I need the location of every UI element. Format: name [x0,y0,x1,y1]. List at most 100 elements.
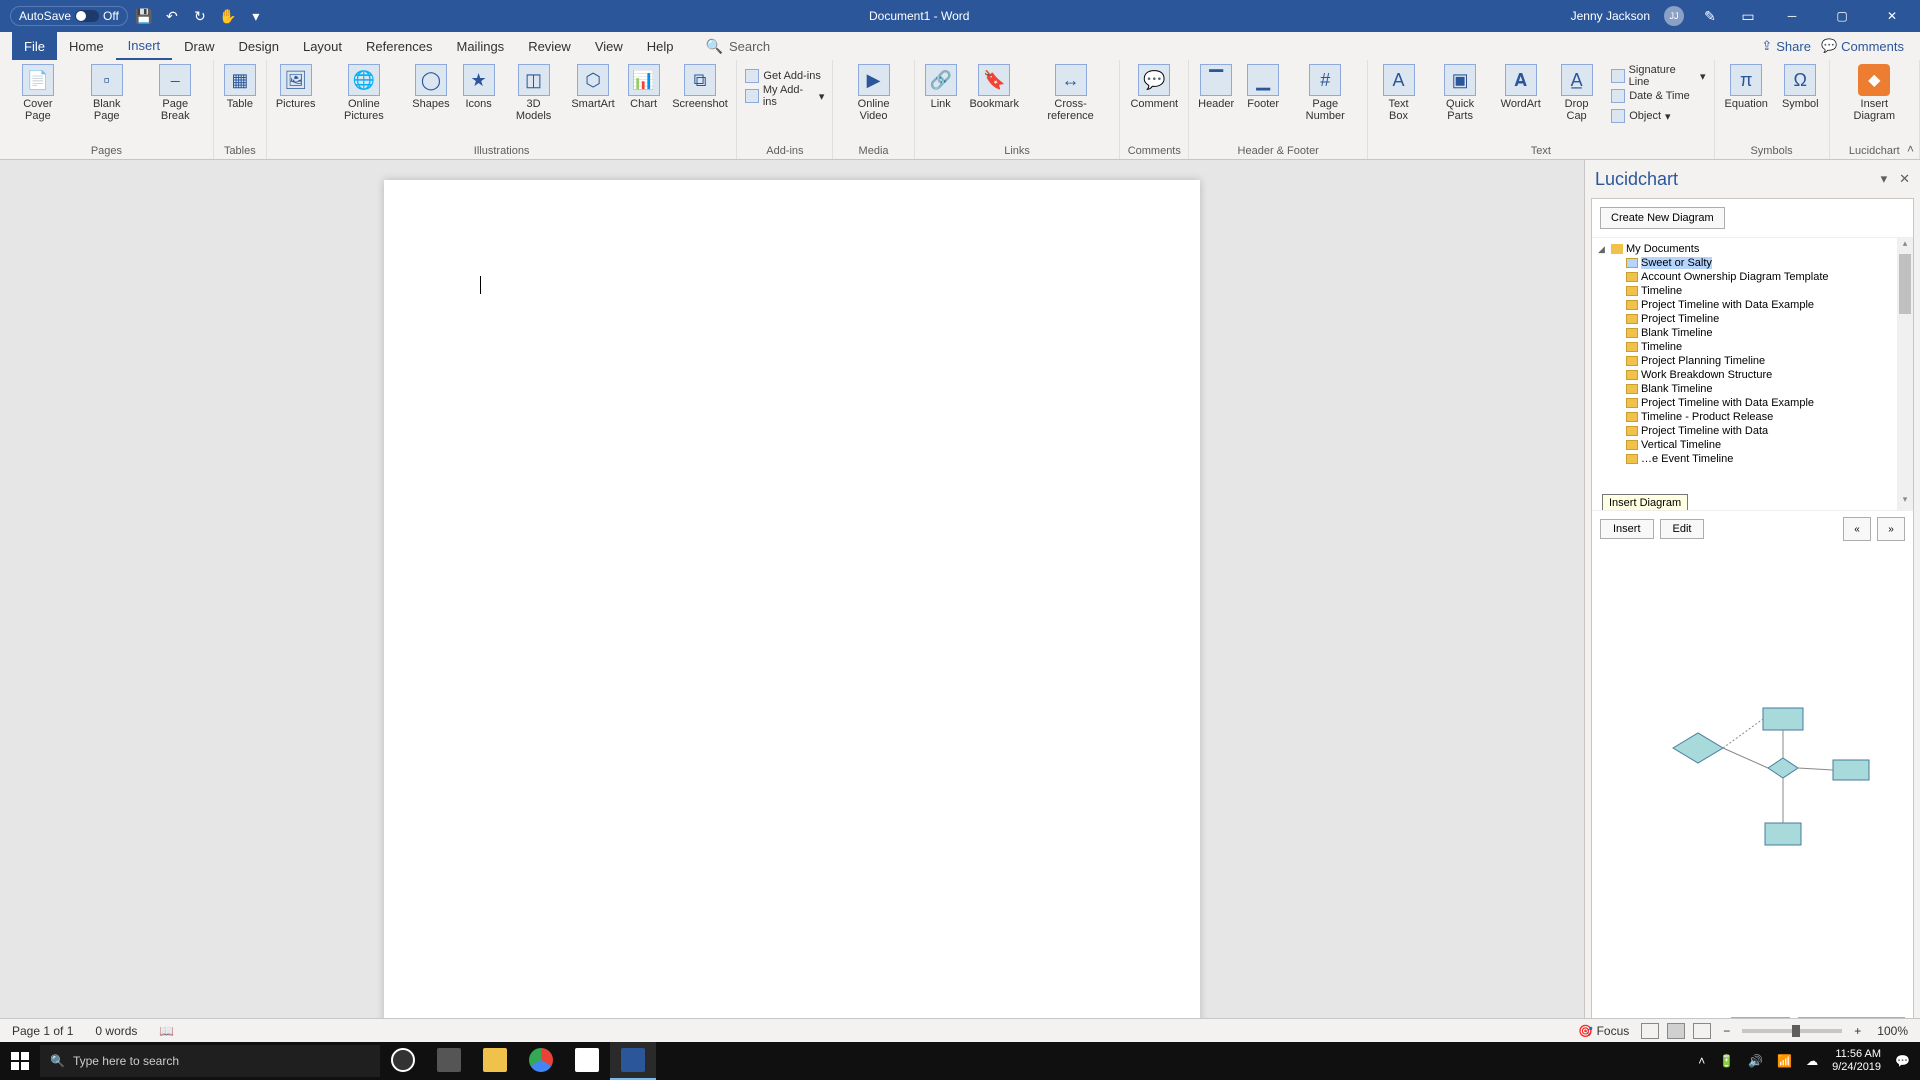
tree-file-item[interactable]: Timeline [1598,284,1913,298]
scroll-down-icon[interactable]: ▾ [1897,494,1913,510]
share-button[interactable]: ⇪ Share [1761,38,1811,54]
battery-icon[interactable]: 🔋 [1719,1054,1734,1068]
tree-file-item[interactable]: …e Event Timeline [1598,452,1913,466]
tree-file-item[interactable]: Project Timeline [1598,312,1913,326]
page-number-button[interactable]: #Page Number [1287,62,1363,145]
tab-file[interactable]: File [12,32,57,60]
object-button[interactable]: Object ▾ [1607,106,1709,126]
tab-draw[interactable]: Draw [172,32,226,60]
scroll-up-icon[interactable]: ▴ [1897,238,1913,254]
slack-icon[interactable] [564,1042,610,1080]
word-icon[interactable] [610,1042,656,1080]
document-area[interactable] [0,160,1584,1052]
tree-file-item[interactable]: Project Timeline with Data Example [1598,396,1913,410]
wordart-button[interactable]: 𝐀WordArt [1495,62,1546,145]
read-mode-icon[interactable] [1641,1023,1659,1039]
print-layout-icon[interactable] [1667,1023,1685,1039]
spell-check-icon[interactable]: 📖 [155,1024,178,1038]
signature-line-button[interactable]: Signature Line ▾ [1607,66,1709,86]
cortana-icon[interactable] [380,1042,426,1080]
edit-button[interactable]: Edit [1660,519,1705,539]
cross-reference-button[interactable]: ↔Cross- reference [1026,62,1116,145]
pictures-button[interactable]: 🖼Pictures [271,62,321,145]
my-addins-button[interactable]: My Add-ins ▾ [741,86,828,106]
tree-file-item[interactable]: Timeline [1598,340,1913,354]
zoom-slider[interactable] [1742,1029,1842,1033]
table-button[interactable]: ▦Table [218,62,262,145]
volume-icon[interactable]: 🔊 [1748,1054,1763,1068]
collapse-ribbon-icon[interactable]: ˄ [1907,142,1914,156]
task-view-icon[interactable] [426,1042,472,1080]
next-page-button[interactable]: » [1877,517,1905,541]
word-count[interactable]: 0 words [91,1024,141,1038]
tree-file-item[interactable]: Sweet or Salty [1598,256,1913,270]
wifi-icon[interactable]: 📶 [1777,1054,1792,1068]
autosave-toggle[interactable]: AutoSave Off [10,6,128,26]
tab-review[interactable]: Review [516,32,583,60]
onedrive-icon[interactable]: ☁ [1806,1054,1818,1068]
tab-insert[interactable]: Insert [116,32,173,60]
text-box-button[interactable]: AText Box [1372,62,1425,145]
tab-mailings[interactable]: Mailings [445,32,517,60]
insert-diagram-button[interactable]: ◆Insert Diagram [1834,62,1915,145]
page-indicator[interactable]: Page 1 of 1 [8,1024,77,1038]
undo-icon[interactable]: ↶ [160,4,184,28]
prev-page-button[interactable]: « [1843,517,1871,541]
quick-parts-button[interactable]: ▣Quick Parts [1427,62,1494,145]
customize-qat-icon[interactable]: ▾ [244,4,268,28]
focus-mode-button[interactable]: 🎯 Focus [1574,1024,1633,1038]
tab-design[interactable]: Design [227,32,291,60]
save-icon[interactable]: 💾 [132,4,156,28]
cover-page-button[interactable]: 📄Cover Page [4,62,72,145]
date-time-button[interactable]: Date & Time [1607,86,1709,106]
zoom-level[interactable]: 100% [1873,1024,1912,1038]
tell-me-search[interactable]: 🔍 Search [706,38,771,55]
get-addins-button[interactable]: Get Add-ins [741,66,828,86]
show-hidden-icons[interactable]: ˄ [1698,1054,1705,1068]
ribbon-display-icon[interactable]: ▭ [1736,4,1760,28]
online-pictures-button[interactable]: 🌐Online Pictures [323,62,406,145]
bookmark-button[interactable]: 🔖Bookmark [965,62,1024,145]
minimize-button[interactable]: ─ [1774,4,1810,28]
taskbar-search[interactable]: 🔍 Type here to search [40,1045,380,1077]
panel-close-icon[interactable]: ✕ [1899,171,1910,187]
tree-file-item[interactable]: Project Timeline with Data Example [1598,298,1913,312]
user-avatar[interactable]: JJ [1664,6,1684,26]
scroll-thumb[interactable] [1899,254,1911,314]
shapes-button[interactable]: ◯Shapes [407,62,454,145]
close-button[interactable]: ✕ [1874,4,1910,28]
link-button[interactable]: 🔗Link [919,62,963,145]
tree-file-item[interactable]: Project Planning Timeline [1598,354,1913,368]
ink-icon[interactable]: ✎ [1698,4,1722,28]
maximize-button[interactable]: ▢ [1824,4,1860,28]
chart-button[interactable]: 📊Chart [622,62,666,145]
tree-scrollbar[interactable]: ▴ ▾ [1897,238,1913,510]
tree-file-item[interactable]: Blank Timeline [1598,326,1913,340]
zoom-thumb[interactable] [1792,1025,1800,1037]
drop-cap-button[interactable]: A̲Drop Cap [1548,62,1605,145]
3d-models-button[interactable]: ◫3D Models [503,62,565,145]
collapse-icon[interactable]: ◢ [1598,244,1608,255]
footer-button[interactable]: ▁Footer [1241,62,1285,145]
comments-button[interactable]: 💬 Comments [1821,38,1904,54]
action-center-icon[interactable]: 💬 [1895,1054,1910,1068]
tree-file-item[interactable]: Work Breakdown Structure [1598,368,1913,382]
screenshot-button[interactable]: ⧉Screenshot [668,62,733,145]
panel-options-icon[interactable]: ▾ [1881,171,1888,187]
document-tree[interactable]: ◢ My Documents Sweet or SaltyAccount Own… [1592,237,1913,511]
blank-page-button[interactable]: ▫Blank Page [74,62,140,145]
symbol-button[interactable]: ΩSymbol [1776,62,1825,145]
tab-view[interactable]: View [583,32,635,60]
tree-file-item[interactable]: Vertical Timeline [1598,438,1913,452]
icons-button[interactable]: ★Icons [457,62,501,145]
file-explorer-icon[interactable] [472,1042,518,1080]
tree-file-item[interactable]: Timeline - Product Release [1598,410,1913,424]
start-button[interactable] [0,1042,40,1080]
smartart-button[interactable]: ⬡SmartArt [566,62,619,145]
equation-button[interactable]: πEquation [1719,62,1774,145]
system-clock[interactable]: 11:56 AM 9/24/2019 [1832,1048,1881,1074]
document-page[interactable] [384,180,1200,1052]
header-button[interactable]: ▔Header [1193,62,1239,145]
page-break-button[interactable]: ⎯Page Break [142,62,209,145]
comment-button[interactable]: 💬Comment [1124,62,1184,145]
